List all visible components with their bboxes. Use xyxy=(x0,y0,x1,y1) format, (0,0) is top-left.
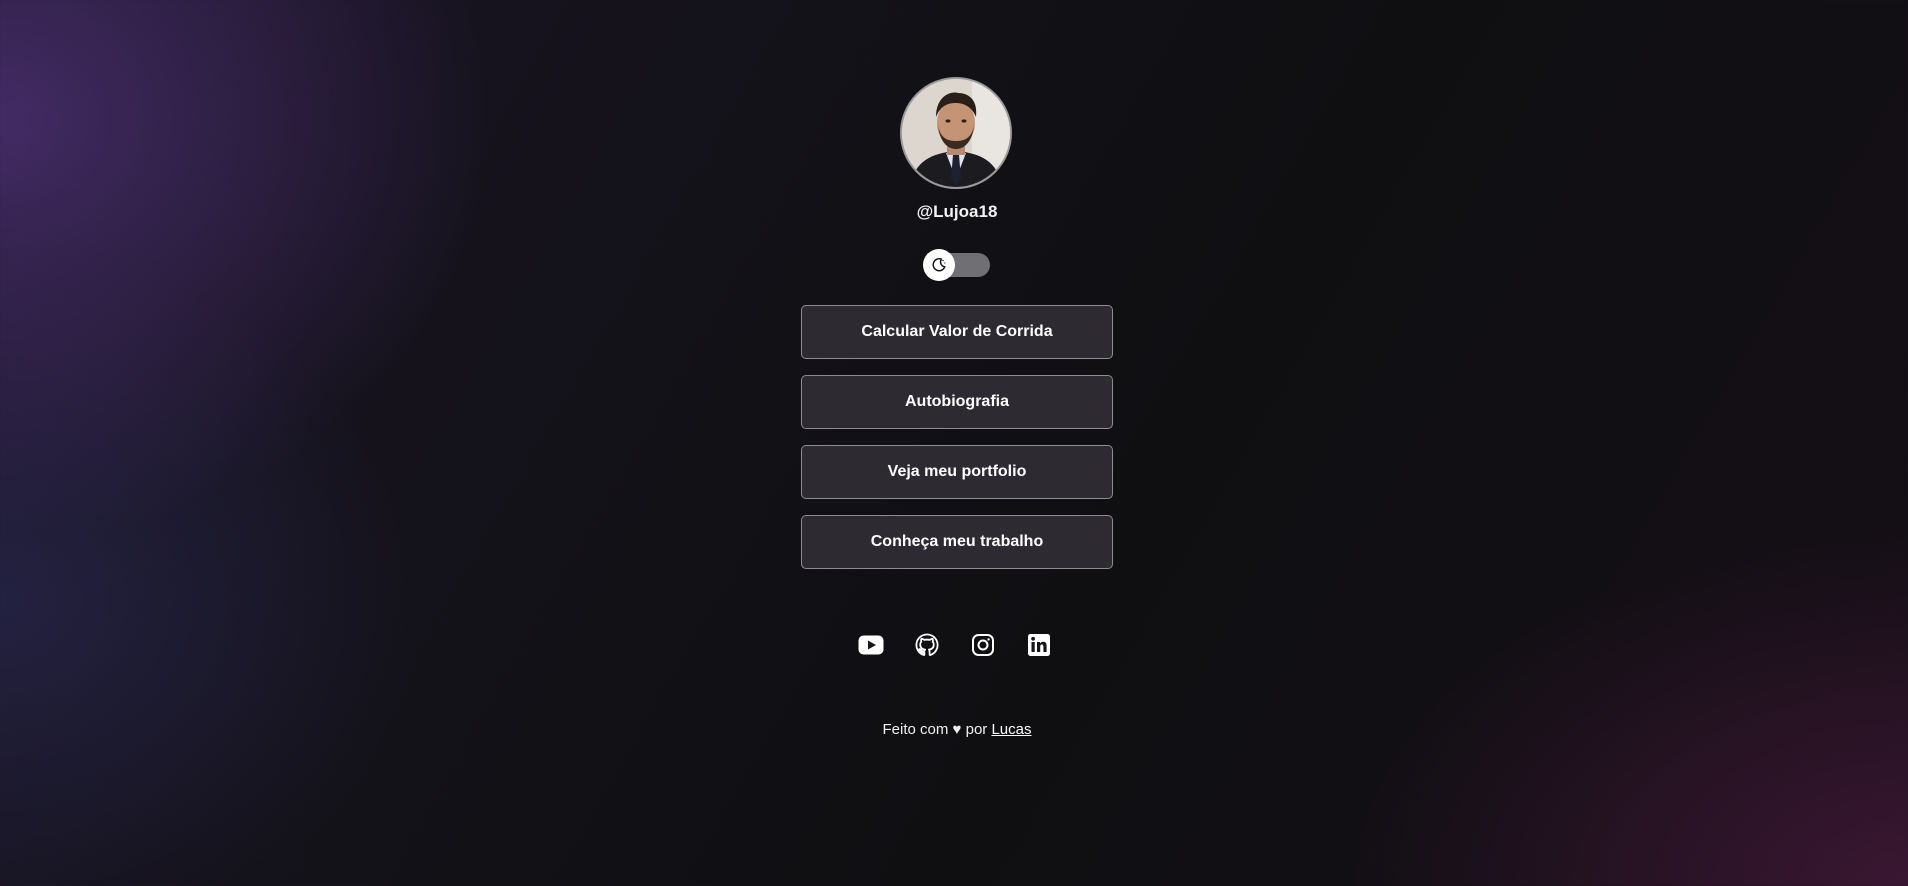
profile-photo xyxy=(902,79,1010,187)
social-links xyxy=(858,632,1058,658)
link-button-calcular-valor[interactable]: Calcular Valor de Corrida xyxy=(801,305,1113,359)
link-button-trabalho[interactable]: Conheça meu trabalho xyxy=(801,515,1113,569)
moon-icon xyxy=(932,258,946,272)
link-button-autobiografia[interactable]: Autobiografia xyxy=(801,375,1113,429)
theme-toggle[interactable] xyxy=(923,249,990,281)
toggle-knob[interactable] xyxy=(923,249,955,281)
linktree-page: @Lujoa18 Calcular Valor de Corrida Autob… xyxy=(0,0,1908,886)
linkedin-icon[interactable] xyxy=(1026,632,1052,658)
footer-by: por xyxy=(965,721,988,738)
youtube-icon[interactable] xyxy=(858,632,884,658)
github-icon[interactable] xyxy=(914,632,940,658)
footer: Feito com ♥ por Lucas xyxy=(0,721,1908,738)
link-button-portfolio[interactable]: Veja meu portfolio xyxy=(801,445,1113,499)
heart-icon: ♥ xyxy=(952,721,962,738)
avatar xyxy=(900,77,1012,189)
instagram-icon[interactable] xyxy=(970,632,996,658)
username: @Lujoa18 xyxy=(916,202,998,221)
footer-prefix: Feito com xyxy=(882,721,949,738)
link-list: Calcular Valor de Corrida Autobiografia … xyxy=(801,305,1113,585)
author-link[interactable]: Lucas xyxy=(991,721,1031,738)
